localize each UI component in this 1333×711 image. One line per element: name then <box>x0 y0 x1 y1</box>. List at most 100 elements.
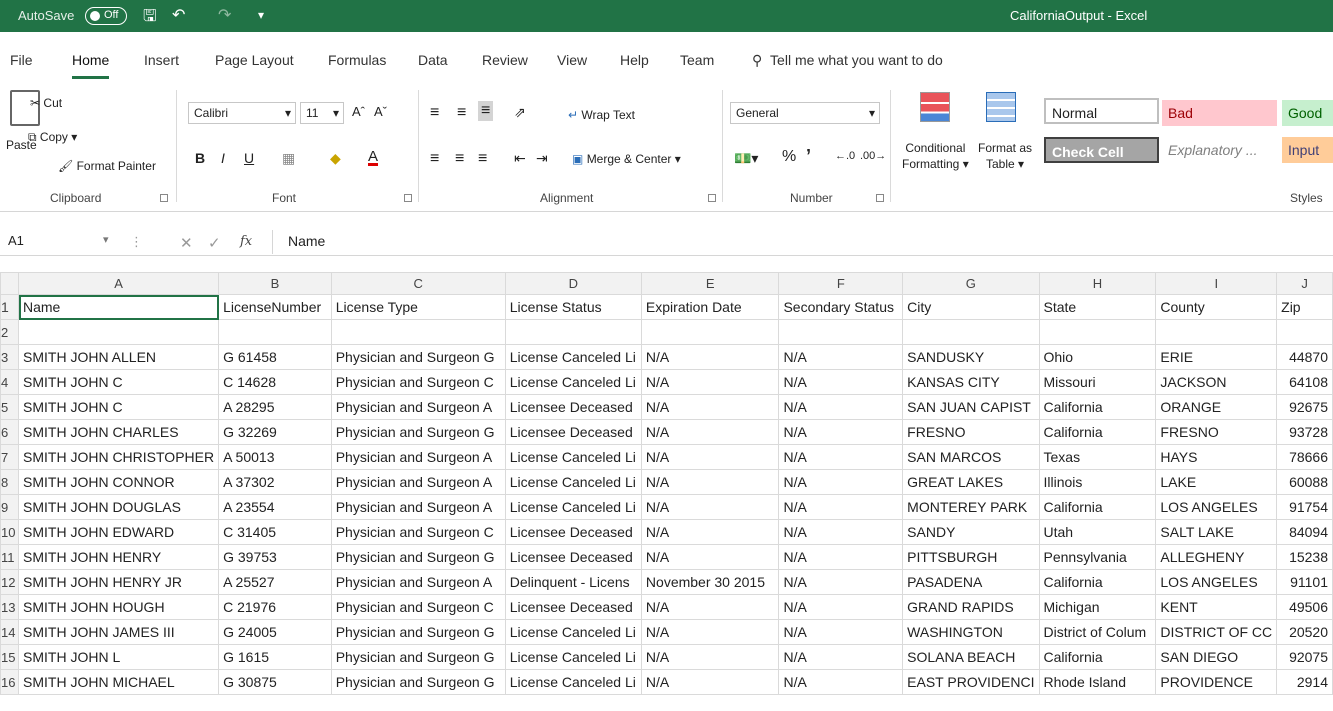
align-right-icon[interactable]: ≡ <box>478 150 487 168</box>
cell[interactable]: SAN MARCOS <box>902 444 1040 470</box>
column-header-d[interactable]: D <box>504 272 642 295</box>
cell[interactable]: N/A <box>778 544 904 570</box>
cell[interactable]: City <box>902 294 1040 320</box>
cell[interactable]: Physician and Surgeon A <box>330 469 506 495</box>
cell[interactable]: G 61458 <box>218 344 332 370</box>
cell[interactable]: Rhode Island <box>1038 669 1157 695</box>
style-check-cell[interactable]: Check Cell <box>1044 137 1159 163</box>
cell[interactable]: Physician and Surgeon A <box>330 494 506 520</box>
cell[interactable]: WASHINGTON <box>902 619 1040 645</box>
style-bad[interactable]: Bad <box>1162 100 1277 126</box>
cell[interactable]: 15238 <box>1276 544 1333 570</box>
increase-decimal-icon[interactable]: ←.0 <box>835 150 855 162</box>
cell[interactable]: C 21976 <box>218 594 332 620</box>
cell[interactable]: SMITH JOHN C <box>17 394 220 420</box>
align-middle-icon[interactable]: ≡ <box>457 104 466 122</box>
underline-icon[interactable]: U <box>244 150 254 166</box>
cell[interactable]: ALLEGHENY <box>1155 544 1278 570</box>
cell[interactable]: SMITH JOHN HENRY <box>17 544 220 570</box>
cell[interactable]: KENT <box>1155 594 1278 620</box>
cell[interactable]: SAN JUAN CAPIST <box>902 394 1040 420</box>
row-header[interactable]: 9 <box>0 494 19 520</box>
cell[interactable]: N/A <box>778 669 904 695</box>
cell[interactable]: N/A <box>640 369 780 395</box>
cell[interactable]: FRESNO <box>1155 419 1278 445</box>
cell[interactable]: Physician and Surgeon C <box>330 594 506 620</box>
currency-icon[interactable]: 💵▾ <box>734 150 758 167</box>
autosave-toggle[interactable]: Off <box>85 7 127 25</box>
cell[interactable]: 92675 <box>1276 394 1333 420</box>
align-bottom-icon[interactable]: ≡ <box>478 101 494 121</box>
cell[interactable]: N/A <box>778 444 904 470</box>
cell[interactable]: SMITH JOHN C <box>17 369 220 395</box>
merge-center-button[interactable]: ▣ Merge & Center ▾ <box>572 152 681 166</box>
borders-icon[interactable]: ▦ <box>282 150 295 167</box>
cell[interactable]: LicenseNumber <box>218 294 332 320</box>
cell[interactable]: N/A <box>640 619 780 645</box>
style-normal[interactable]: Normal <box>1044 98 1159 124</box>
cell[interactable]: SMITH JOHN HENRY JR <box>17 569 220 595</box>
cell[interactable]: N/A <box>778 619 904 645</box>
row-header[interactable]: 11 <box>0 544 19 570</box>
cell[interactable] <box>17 319 220 345</box>
cell[interactable]: SAN DIEGO <box>1155 644 1278 670</box>
cell[interactable]: 64108 <box>1276 369 1333 395</box>
cell[interactable]: N/A <box>640 394 780 420</box>
cell[interactable]: N/A <box>640 469 780 495</box>
cell[interactable]: Physician and Surgeon G <box>330 644 506 670</box>
cell[interactable]: License Canceled Li <box>504 344 642 370</box>
tab-help[interactable]: Help <box>620 52 649 68</box>
cell[interactable]: SMITH JOHN DOUGLAS <box>17 494 220 520</box>
cell[interactable]: FRESNO <box>902 419 1040 445</box>
cell[interactable]: 91101 <box>1276 569 1333 595</box>
cell[interactable]: 44870 <box>1276 344 1333 370</box>
row-header[interactable]: 14 <box>0 619 19 645</box>
align-top-icon[interactable]: ≡ <box>430 104 439 122</box>
row-header[interactable]: 3 <box>0 344 19 370</box>
cell[interactable]: N/A <box>778 519 904 545</box>
cell[interactable]: JACKSON <box>1155 369 1278 395</box>
cell[interactable]: G 24005 <box>218 619 332 645</box>
cell[interactable]: November 30 2015 <box>640 569 780 595</box>
cell[interactable]: State <box>1038 294 1157 320</box>
cell[interactable]: Physician and Surgeon G <box>330 619 506 645</box>
insert-function-icon[interactable]: fx <box>240 234 252 249</box>
tell-me-search[interactable]: ⚲ Tell me what you want to do <box>752 52 943 69</box>
cell[interactable] <box>1038 319 1157 345</box>
font-name-input[interactable]: Calibri ▾ <box>188 102 296 124</box>
cell[interactable]: California <box>1038 419 1157 445</box>
font-color-icon[interactable]: A <box>368 148 378 165</box>
name-box[interactable]: A1 ▾ <box>5 230 115 254</box>
cell[interactable]: 20520 <box>1276 619 1333 645</box>
cell[interactable]: G 1615 <box>218 644 332 670</box>
cell[interactable]: N/A <box>778 419 904 445</box>
tab-home[interactable]: Home <box>72 52 110 79</box>
cell[interactable]: License Canceled Li <box>504 444 642 470</box>
style-explanatory[interactable]: Explanatory ... <box>1162 137 1277 163</box>
format-as-table-button[interactable]: Format as Table ▾ <box>978 140 1032 172</box>
cell[interactable]: N/A <box>640 544 780 570</box>
cell[interactable]: LOS ANGELES <box>1155 494 1278 520</box>
cell[interactable]: License Type <box>330 294 506 320</box>
column-header-c[interactable]: C <box>330 272 506 295</box>
number-format-select[interactable]: General ▾ <box>730 102 880 124</box>
tab-file[interactable]: File <box>10 52 33 68</box>
row-header[interactable]: 12 <box>0 569 19 595</box>
customize-qat-icon[interactable]: ▾ <box>258 8 264 22</box>
cell[interactable]: N/A <box>640 419 780 445</box>
orientation-icon[interactable]: ⇗ <box>514 104 526 121</box>
column-header-h[interactable]: H <box>1038 272 1157 295</box>
cell[interactable]: LOS ANGELES <box>1155 569 1278 595</box>
cell[interactable]: N/A <box>778 644 904 670</box>
number-launcher-icon[interactable] <box>876 194 884 202</box>
cell[interactable]: SMITH JOHN CHRISTOPHER <box>17 444 220 470</box>
cell[interactable] <box>902 319 1040 345</box>
cell[interactable]: Licensee Deceased <box>504 544 642 570</box>
cell[interactable]: LAKE <box>1155 469 1278 495</box>
cell[interactable]: Ohio <box>1038 344 1157 370</box>
select-all-corner[interactable] <box>0 272 19 295</box>
decrease-decimal-icon[interactable]: .00→ <box>860 150 886 162</box>
cell[interactable] <box>1276 319 1333 345</box>
cell[interactable]: Michigan <box>1038 594 1157 620</box>
cell[interactable]: Physician and Surgeon G <box>330 544 506 570</box>
